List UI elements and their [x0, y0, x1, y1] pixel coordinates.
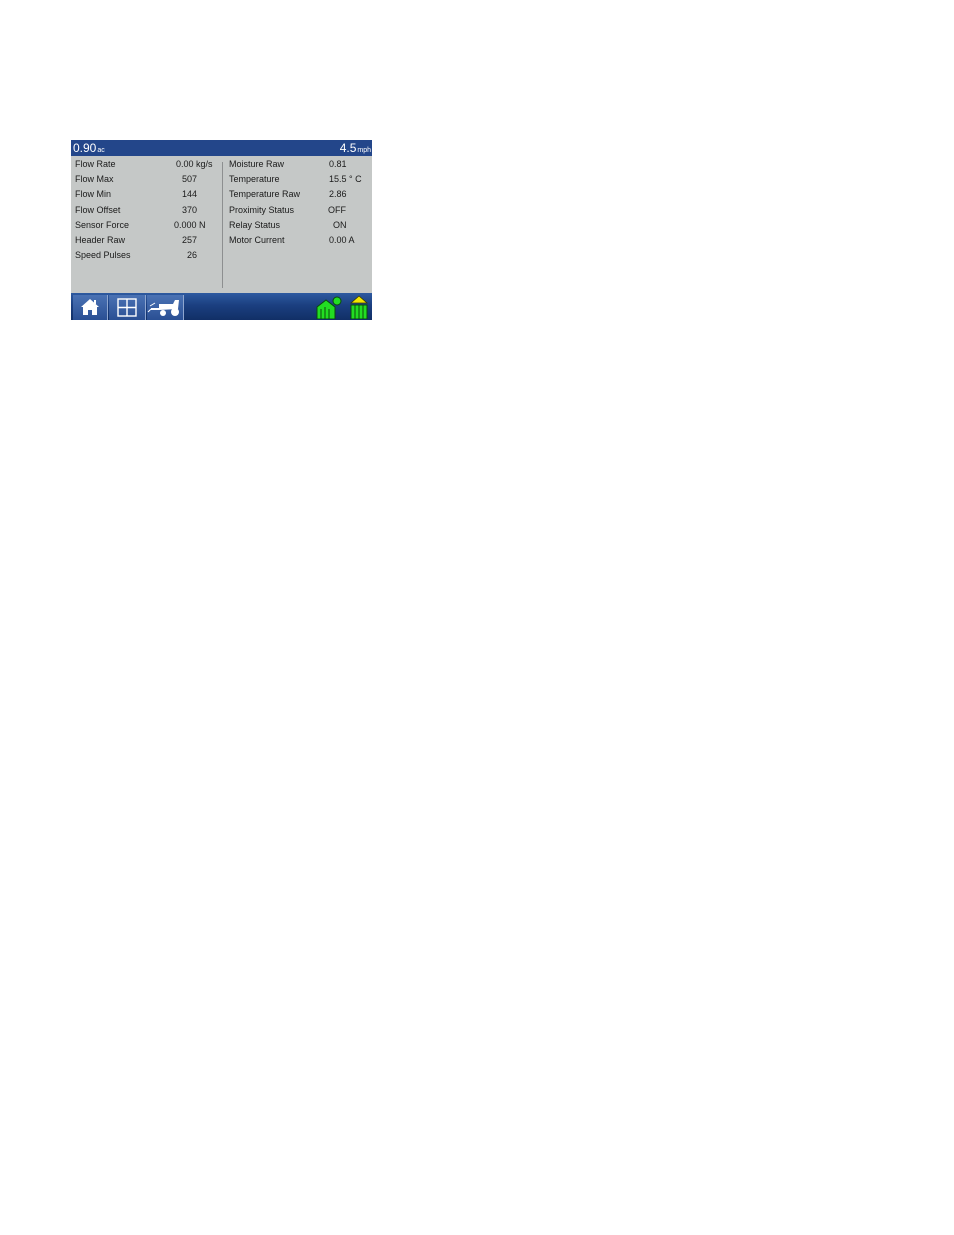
reading-value: 26 [187, 250, 198, 261]
harvest-button[interactable] [147, 295, 184, 320]
reading-label: Flow Offset [75, 204, 121, 215]
reading-label: Proximity Status [229, 204, 295, 215]
reading-row: Motor Current 0.00 A [229, 235, 369, 250]
reading-label: Sensor Force [75, 219, 130, 230]
reading-value: ON [333, 219, 347, 230]
reading-label: Motor Current [229, 234, 285, 245]
reading-label: Header Raw [75, 234, 126, 245]
right-readings-column: Moisture Raw 0.81 Temperature 15.5 ° C Tem… [229, 159, 369, 250]
reading-value: OFF [328, 204, 346, 215]
column-divider [222, 162, 223, 288]
display-screen: 0.90ac 4.5mph Flow Rate 0.00 kg/s Flow Ma… [71, 140, 372, 320]
navigation-bar [71, 293, 372, 320]
reading-row: Header Raw 257 [75, 235, 220, 250]
speed-value: 4.5 [339, 141, 357, 155]
diagnostics-panel: Flow Rate 0.00 kg/s Flow Max 507 Flow Min 1… [71, 156, 372, 293]
home-button[interactable] [73, 295, 108, 320]
reading-label: Moisture Raw [229, 159, 285, 169]
field-logging-icon [316, 296, 342, 319]
reading-label: Flow Min [75, 189, 112, 200]
reading-row: Temperature 15.5 ° C [229, 174, 369, 189]
reading-row: Temperature Raw 2.86 [229, 189, 369, 204]
reading-value: 507 [182, 174, 198, 185]
grid-layout-icon [117, 298, 137, 317]
reading-value: 2.86 [329, 189, 347, 200]
reading-value: 0.000 N [174, 219, 206, 230]
reading-value: 0.81 [329, 159, 347, 169]
reading-value: 15.5 ° C [329, 174, 362, 185]
reading-value: 257 [182, 234, 198, 245]
reading-row: Flow Offset 370 [75, 205, 220, 220]
reading-row: Sensor Force 0.000 N [75, 220, 220, 235]
reading-row: Relay Status ON [229, 220, 369, 235]
reading-row: Flow Rate 0.00 kg/s [75, 159, 220, 174]
area-value: 0.90 [73, 141, 97, 155]
reading-label: Relay Status [229, 219, 281, 230]
reading-value: 144 [182, 189, 198, 200]
reading-row: Flow Max 507 [75, 174, 220, 189]
header-up-icon [349, 295, 369, 319]
reading-row: Speed Pulses 26 [75, 250, 220, 265]
reading-label: Temperature [229, 174, 280, 185]
reading-value: 0.00 A [329, 234, 355, 245]
reading-label: Flow Max [75, 174, 114, 185]
speed-unit: mph [357, 147, 371, 154]
reading-row: Moisture Raw 0.81 [229, 159, 369, 174]
left-readings-column: Flow Rate 0.00 kg/s Flow Max 507 Flow Min 1… [75, 159, 220, 265]
reading-row: Proximity Status OFF [229, 205, 369, 220]
layout-button[interactable] [109, 295, 146, 320]
reading-value: 0.00 kg/s [176, 159, 213, 169]
home-icon [81, 299, 99, 315]
reading-row: Flow Min 144 [75, 189, 220, 204]
status-bar: 0.90ac 4.5mph [71, 140, 372, 156]
area-unit: ac [97, 147, 105, 154]
reading-label: Speed Pulses [75, 250, 131, 261]
reading-value: 370 [182, 204, 198, 215]
reading-label: Flow Rate [75, 159, 116, 169]
combine-harvester-icon [147, 300, 179, 316]
reading-label: Temperature Raw [229, 189, 301, 200]
